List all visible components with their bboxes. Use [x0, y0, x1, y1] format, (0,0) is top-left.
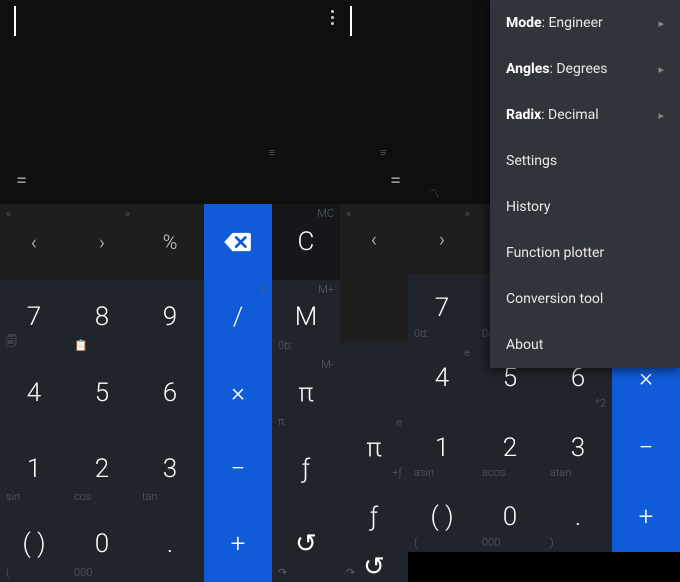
digit-0[interactable]: 0000 — [68, 506, 136, 582]
chevron-right-icon: ▸ — [658, 109, 664, 122]
left-keypad: ‹«›»% CMC 7🗐8📋9/√MM+0b: 456×πM-π 1sin2cos3ta… — [0, 204, 340, 582]
parens-b[interactable]: ( )( — [408, 482, 476, 552]
menu-item[interactable]: About — [490, 322, 680, 368]
r-min[interactable]: − — [612, 413, 680, 483]
r-3[interactable]: 3atan — [544, 413, 612, 483]
r-0[interactable]: 0000 — [476, 482, 544, 552]
left-arrow[interactable]: ‹« — [0, 204, 68, 280]
plus[interactable]: + — [204, 506, 272, 582]
r-2[interactable]: 2acos — [476, 413, 544, 483]
chevron-right-icon: ▸ — [658, 63, 664, 76]
backspace-icon — [223, 231, 253, 253]
obscured — [340, 274, 408, 344]
r-pi[interactable]: πe+ƒ — [340, 413, 408, 483]
minus[interactable]: − — [204, 431, 272, 507]
approx-icon: ≡ — [380, 146, 386, 159]
percent[interactable]: % — [136, 204, 204, 280]
approx-icon: ≡ — [269, 146, 275, 159]
equals-label: = — [16, 168, 27, 192]
digit-5[interactable]: 5 — [68, 355, 136, 431]
r-fn[interactable]: ƒ — [340, 482, 408, 552]
history-icon: ↺ — [363, 552, 385, 582]
menu-item[interactable]: Conversion tool — [490, 276, 680, 322]
menu-item[interactable]: Radix: Decimal▸ — [490, 92, 680, 138]
memory[interactable]: MM+0b: — [272, 280, 340, 356]
digit-1[interactable]: 1sin — [0, 431, 68, 507]
function[interactable]: ƒ — [272, 431, 340, 507]
clear[interactable]: CMC — [272, 204, 340, 280]
right-arrow[interactable]: ›» — [68, 204, 136, 280]
digit-3[interactable]: 3tan — [136, 431, 204, 507]
menu-item[interactable]: Angles: Degrees▸ — [490, 46, 680, 92]
digit-1b[interactable]: 1asin — [408, 413, 476, 483]
equals-label: = — [390, 168, 401, 192]
divide[interactable]: /√ — [204, 280, 272, 356]
digit-7[interactable]: 7🗐 — [0, 280, 68, 356]
digit-9[interactable]: 9 — [136, 280, 204, 356]
backspace[interactable] — [204, 204, 272, 280]
digit-6[interactable]: 6 — [136, 355, 204, 431]
digit-2[interactable]: 2cos — [68, 431, 136, 507]
menu-item[interactable]: Mode: Engineer▸ — [490, 0, 680, 46]
digit-4[interactable]: 4 — [0, 355, 68, 431]
chevron-right-icon: ▸ — [658, 17, 664, 30]
history-icon: ↺ — [295, 529, 317, 559]
menu-item[interactable]: Settings — [490, 138, 680, 184]
digit-8[interactable]: 8📋 — [68, 280, 136, 356]
dot[interactable]: . — [136, 506, 204, 582]
app-root: ≡ = ‹«›»%CMC7🗐8📋9/√MM+0b:456×πM-π1sin2co… — [0, 0, 680, 582]
digit-7b[interactable]: 70d: — [408, 274, 476, 344]
digit-4b[interactable]: 4e — [408, 343, 476, 413]
left-pane: ≡ = ‹«›»% CMC 7🗐8📋9/√MM+0b: 456×πM-π 1sin2co… — [0, 0, 340, 582]
left-display[interactable]: ≡ = — [0, 0, 340, 204]
r-dot[interactable]: .) — [544, 482, 612, 552]
overflow-menu-icon[interactable] — [331, 10, 334, 25]
parens[interactable]: ( )( — [0, 506, 68, 582]
cursor — [14, 6, 16, 36]
history[interactable]: ↺↷ — [272, 506, 340, 582]
menu-item[interactable]: History — [490, 184, 680, 230]
r-left[interactable]: ‹« — [340, 204, 408, 274]
r-right[interactable]: ›» — [408, 204, 476, 274]
r-plus[interactable]: + — [612, 482, 680, 552]
multiply[interactable]: × — [204, 355, 272, 431]
overflow-menu: Mode: Engineer▸Angles: Degrees▸Radix: De… — [490, 0, 680, 368]
r-hist[interactable]: ↺↷ — [340, 552, 408, 582]
obscured — [340, 343, 408, 413]
cursor — [350, 6, 352, 36]
pi[interactable]: πM-π — [272, 355, 340, 431]
menu-item[interactable]: Function plotter — [490, 230, 680, 276]
graph-icon: 〽 — [428, 185, 440, 202]
